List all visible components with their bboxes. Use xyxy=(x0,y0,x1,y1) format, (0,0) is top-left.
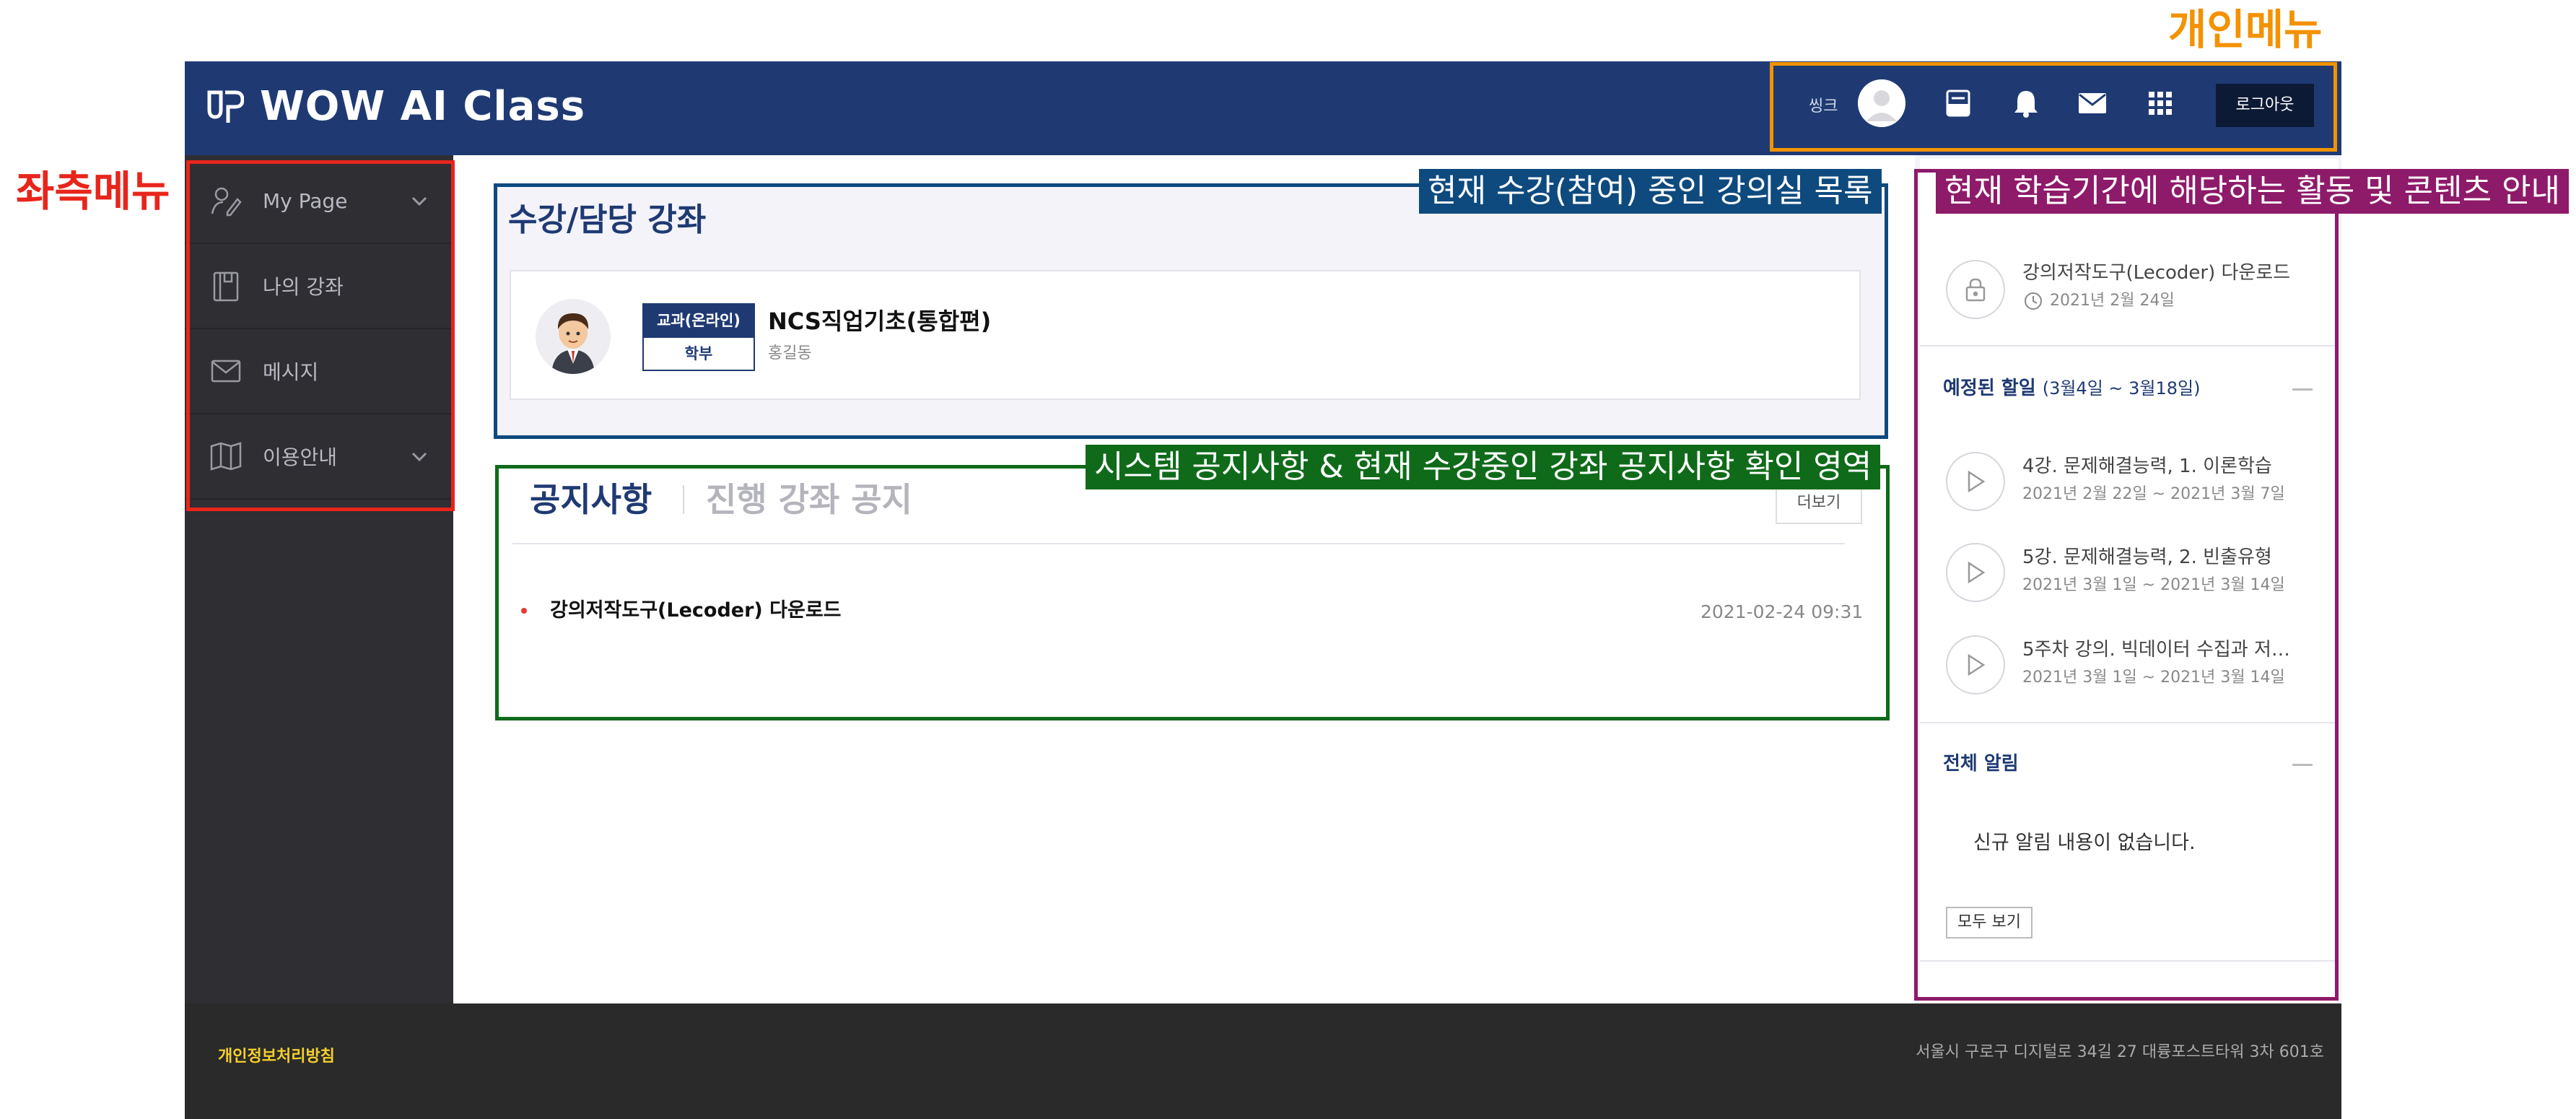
annotation-course-list-box xyxy=(494,183,1888,439)
annotation-left-menu-box xyxy=(186,160,455,511)
annotation-course-list-label: 현재 수강(참여) 중인 강의실 목록 xyxy=(1419,169,1882,214)
annotation-activity-area-label: 현재 학습기간에 해당하는 활동 및 콘텐츠 안내 xyxy=(1936,169,2570,214)
annotation-notice-area-label: 시스템 공지사항 & 현재 수강중인 강좌 공지사항 확인 영역 xyxy=(1086,445,1881,489)
annotation-personal-menu-box xyxy=(1770,62,2337,152)
annotation-left-menu-label: 좌측메뉴 xyxy=(16,167,170,216)
logo-icon[interactable] xyxy=(206,88,245,126)
annotation-activity-area-box xyxy=(1914,169,2339,1001)
logo-text[interactable]: WOW AI Class xyxy=(260,78,585,136)
annotation-notice-area-box xyxy=(495,465,1890,720)
footer-address: 서울시 구로구 디지털로 34길 27 대륭포스트타워 3차 601호 xyxy=(1916,1043,2324,1061)
annotation-personal-menu-label: 개인메뉴 xyxy=(2168,5,2323,54)
privacy-policy-link[interactable]: 개인정보처리방침 xyxy=(218,1044,335,1070)
